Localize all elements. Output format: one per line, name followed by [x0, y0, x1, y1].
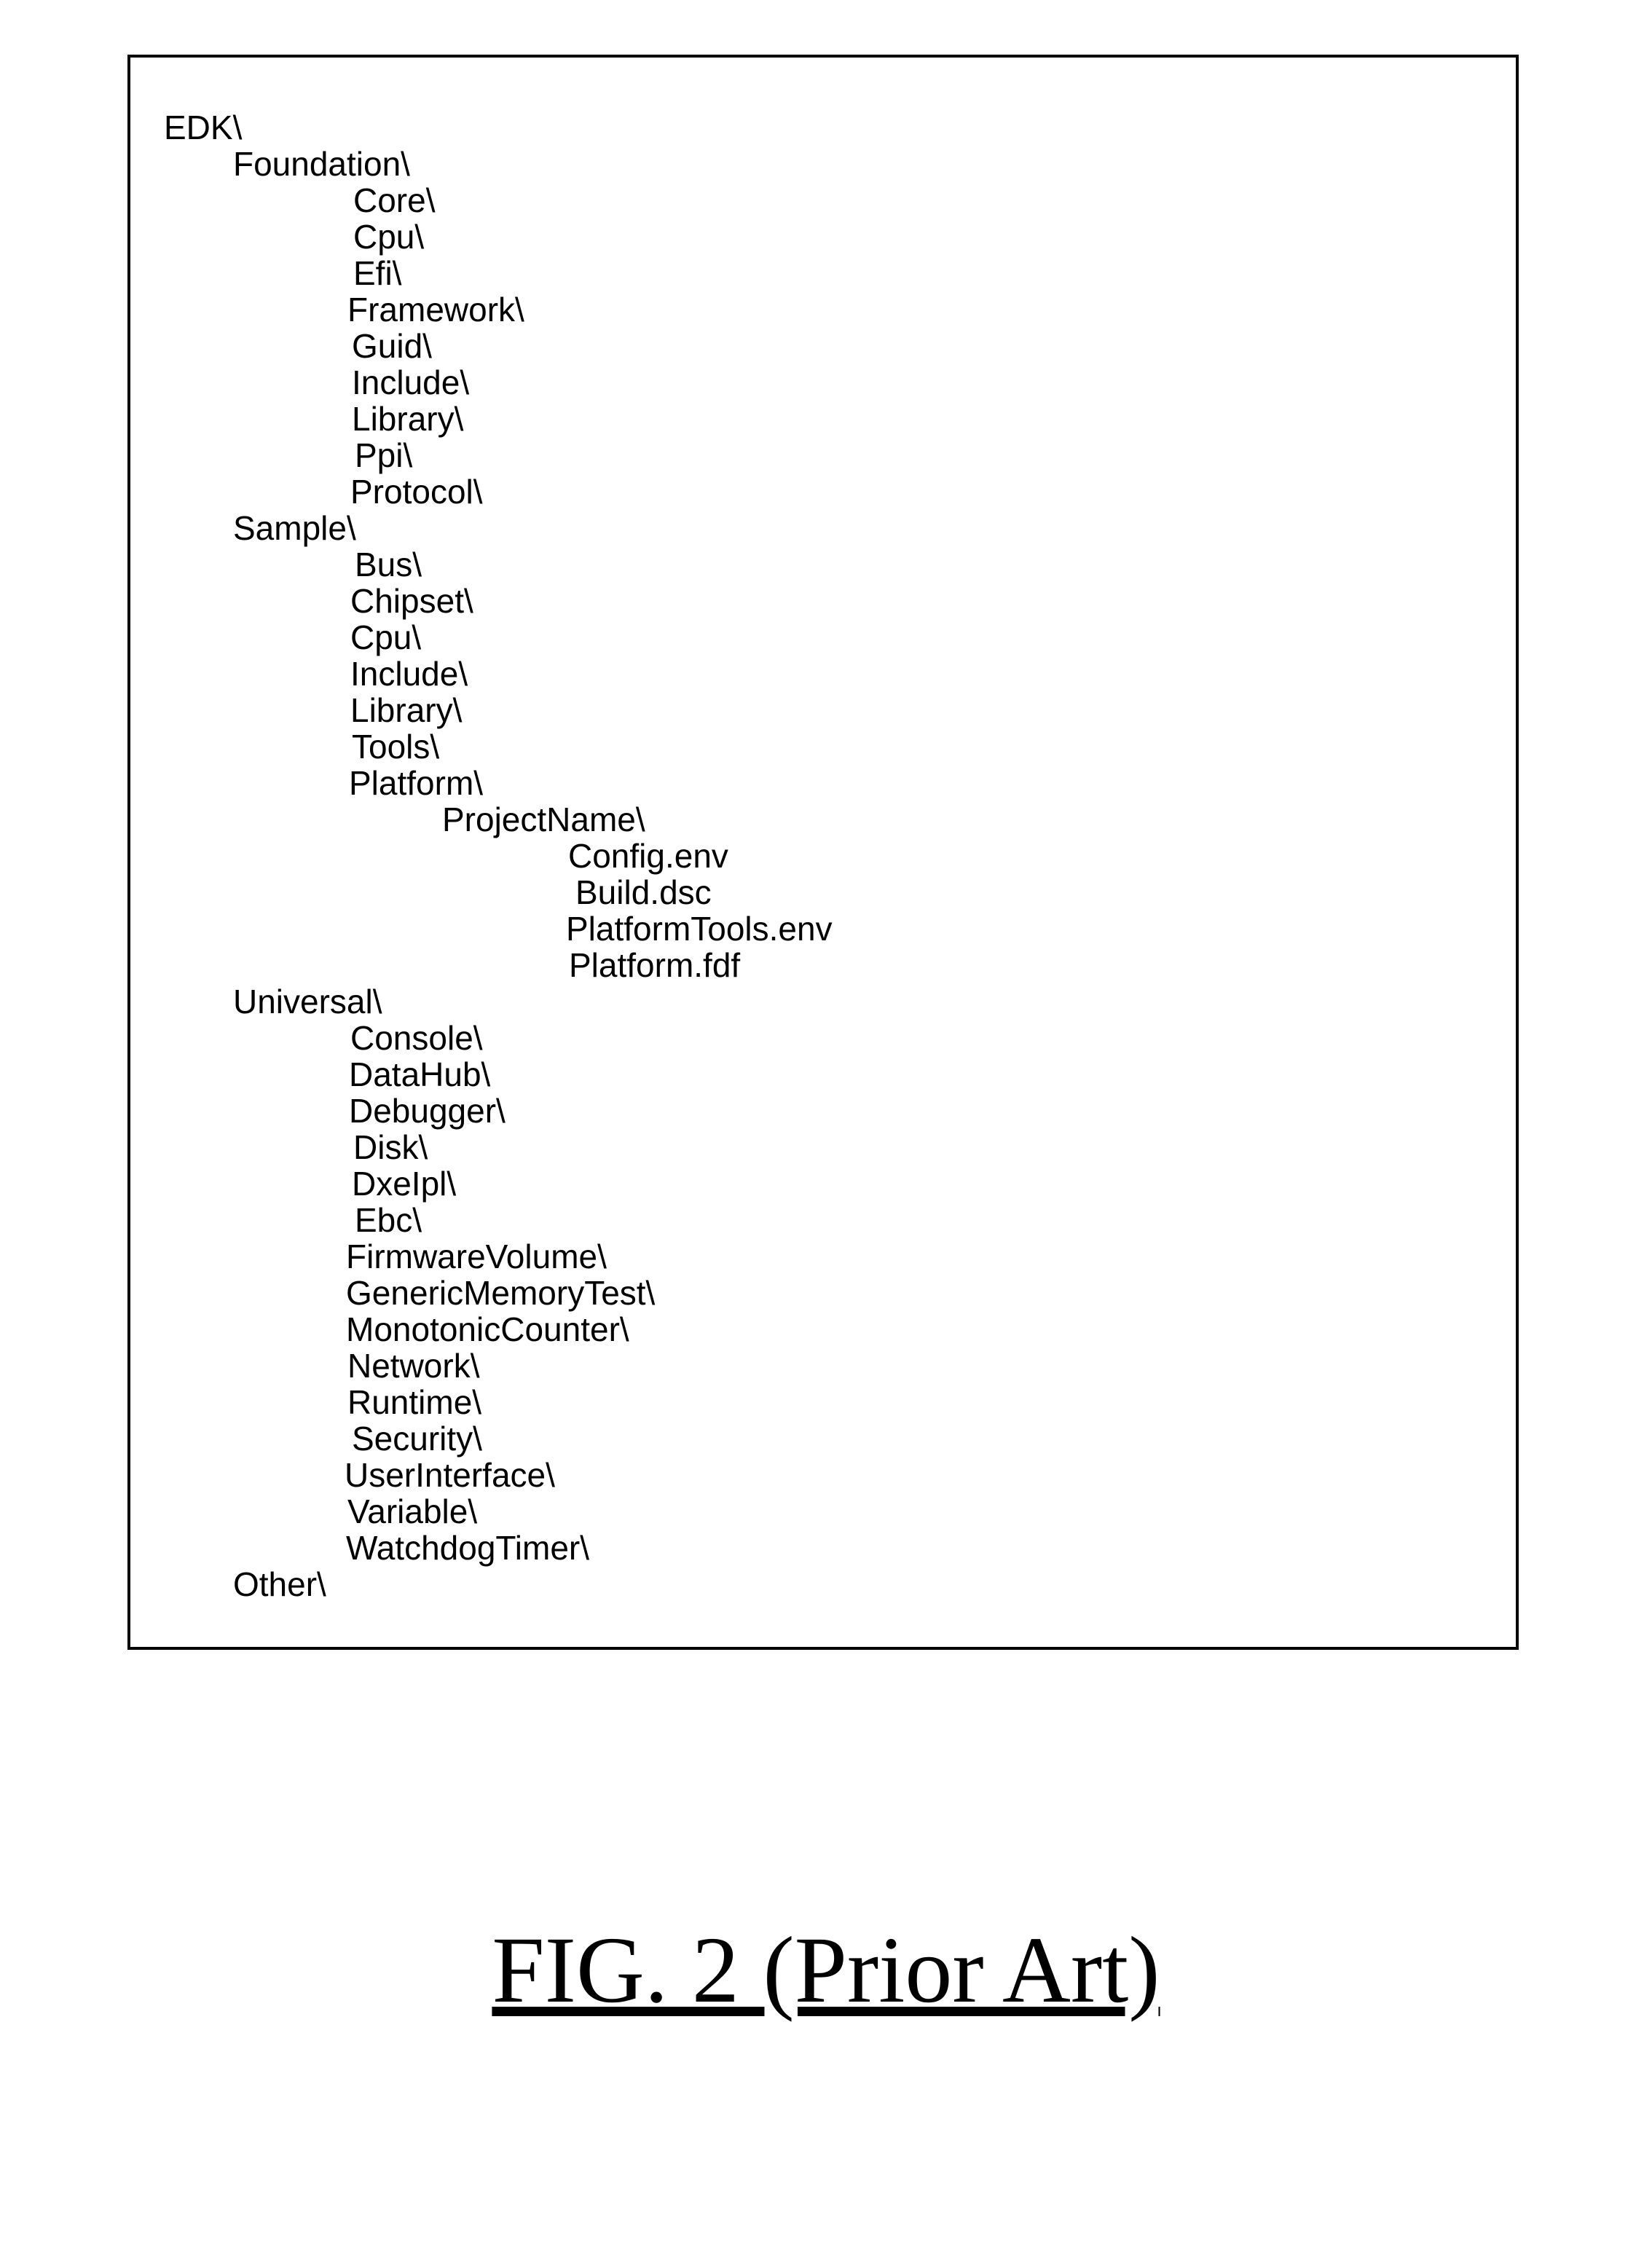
tree-item: PlatformTools.env [566, 910, 833, 947]
tree-item: Cpu\ [353, 219, 833, 255]
tree-item: Debugger\ [349, 1093, 833, 1129]
tree-item: WatchdogTimer\ [346, 1530, 833, 1566]
tree-item: Build.dsc [575, 874, 833, 910]
page: EDK\ Foundation\ Core\ Cpu\ Efi\ Framewo… [0, 0, 1652, 2250]
tree-item: Runtime\ [347, 1384, 833, 1420]
tree-item: Config.env [568, 838, 833, 874]
tree-root: EDK\ [164, 109, 833, 146]
tree-item: Ppi\ [355, 437, 833, 473]
tree-item: FirmwareVolume\ [346, 1238, 833, 1275]
tree-item: Ebc\ [355, 1202, 833, 1238]
tree-sample: Sample\ [233, 510, 833, 546]
tree-item: Network\ [347, 1348, 833, 1384]
tree-item: DataHub\ [349, 1056, 833, 1093]
tree-item: Cpu\ [350, 619, 833, 656]
tree-item: ProjectName\ [442, 801, 833, 838]
tree-item: MonotonicCounter\ [346, 1311, 833, 1348]
tree-item: Variable\ [347, 1493, 833, 1530]
tree-item: Chipset\ [350, 583, 833, 619]
tree-other: Other\ [233, 1566, 833, 1602]
tree-item: Framework\ [347, 291, 833, 328]
tree-item: Console\ [350, 1020, 833, 1056]
tree-item: GenericMemoryTest\ [346, 1275, 833, 1311]
tree-universal: Universal\ [233, 983, 833, 1020]
tree-item: Tools\ [352, 728, 833, 765]
tree-item: Efi\ [353, 255, 833, 291]
tree-item: Bus\ [355, 546, 833, 583]
tree-item: Include\ [350, 656, 833, 692]
tree-item: Disk\ [353, 1129, 833, 1165]
tree-item: Platform\ [349, 765, 833, 801]
tree-item: Security\ [352, 1420, 833, 1457]
tree-item: Library\ [352, 401, 833, 437]
tree-foundation: Foundation\ [233, 146, 833, 182]
tree-item: Library\ [350, 692, 833, 728]
figure-caption: FIG. 2 (Prior Art) [0, 1916, 1652, 2025]
tree-item: Include\ [352, 364, 833, 401]
tree-item: DxeIpl\ [352, 1165, 833, 1202]
tree-item: UserInterface\ [345, 1457, 833, 1493]
tree-item: Core\ [353, 182, 833, 219]
directory-tree: EDK\ Foundation\ Core\ Cpu\ Efi\ Framewo… [164, 109, 833, 1602]
tree-item: Guid\ [352, 328, 833, 364]
tree-item: Protocol\ [350, 473, 833, 510]
tree-item: Platform.fdf [569, 947, 833, 983]
